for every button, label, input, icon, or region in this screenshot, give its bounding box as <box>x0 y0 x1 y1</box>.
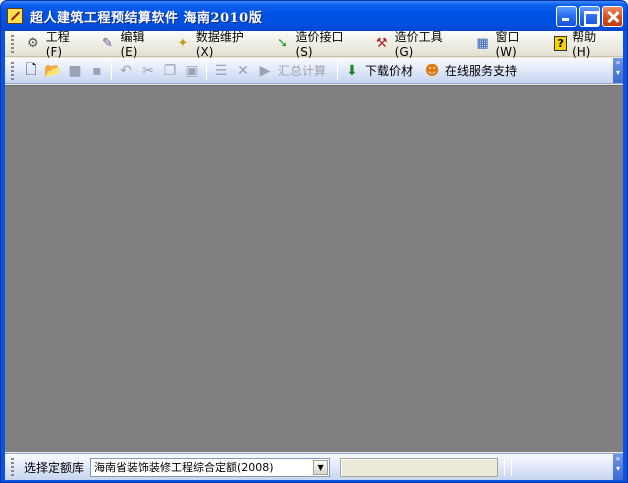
paste-button[interactable]: ▣ <box>181 60 203 82</box>
toolbar-grip[interactable] <box>11 61 14 80</box>
maximize-icon <box>580 7 599 26</box>
delete-button[interactable]: ✕ <box>232 60 254 82</box>
window-title: 超人建筑工程预结算软件 海南2010版 <box>30 10 263 26</box>
undo-icon: ↶ <box>120 62 132 79</box>
data-maintenance-icon: ✦ <box>177 36 189 51</box>
minimize-icon <box>557 7 576 26</box>
quota-toolbar-overflow-chevron[interactable]: » ▾ <box>613 454 623 480</box>
toolbar-separator <box>206 61 207 80</box>
undo-button[interactable]: ↶ <box>115 60 137 82</box>
quota-library-label: 选择定额库 <box>24 460 85 475</box>
quota-library-select[interactable]: 海南省装饰装修工程综合定额(2008) ▼ <box>90 457 331 477</box>
minimize-button[interactable] <box>556 6 577 27</box>
support-person-icon: ☻ <box>424 62 440 79</box>
online-service-label[interactable]: 在线服务支持 <box>445 62 517 79</box>
help-icon: ? <box>554 36 568 51</box>
close-button[interactable] <box>602 6 623 27</box>
copy-icon: ❐ <box>163 62 177 79</box>
menu-project-label: 工程(F) <box>45 30 70 59</box>
status-separator <box>504 458 506 476</box>
menu-cost-interface-label: 造价接口(S) <box>295 30 344 59</box>
summary-calc-label[interactable]: 汇总计算 <box>278 62 326 79</box>
maximize-button[interactable] <box>579 6 600 27</box>
mdi-workspace[interactable] <box>5 85 623 452</box>
cut-button[interactable]: ✂ <box>137 60 159 82</box>
menu-cost-tools[interactable]: ⚒ 造价工具(G) <box>369 30 466 59</box>
play-icon: ▶ <box>259 62 271 79</box>
menu-data-maintenance-label: 数据维护(X) <box>195 30 244 59</box>
menu-project[interactable]: ⚙ 工程(F) <box>20 30 91 59</box>
cost-interface-icon: ➘ <box>277 36 289 51</box>
app-icon[interactable] <box>7 8 23 24</box>
delete-icon: ✕ <box>237 62 249 79</box>
download-prices-label[interactable]: 下载价材 <box>365 62 413 79</box>
toolbar-overflow-chevron[interactable]: » ▾ <box>613 58 623 83</box>
client-area: ⚙ 工程(F) ✎ 编辑(E) ✦ 数据维护(X) ➘ 造价接口(S) ⚒ 造价… <box>5 30 623 480</box>
status-panel <box>340 457 499 477</box>
download-icon: ⬇ <box>346 62 358 79</box>
title-bar[interactable]: 超人建筑工程预结算软件 海南2010版 <box>1 1 627 31</box>
new-button[interactable]: 🗋 <box>20 60 42 82</box>
quota-toolbar-grip[interactable] <box>11 458 14 476</box>
status-separator <box>511 458 513 476</box>
menu-cost-interface[interactable]: ➘ 造价接口(S) <box>270 30 365 59</box>
save-icon: ■ <box>68 62 82 79</box>
save-button[interactable]: ■ <box>64 60 86 82</box>
summary-play-button[interactable]: ▶ <box>254 60 276 82</box>
insert-row-button[interactable]: ☰ <box>210 60 232 82</box>
menu-window-label: 窗口(W) <box>495 30 520 59</box>
open-folder-icon: 📂 <box>44 62 62 79</box>
main-window: 超人建筑工程预结算软件 海南2010版 ⚙ 工程(F) ✎ 编辑(E) ✦ 数据… <box>0 0 628 483</box>
open-button[interactable]: 📂 <box>42 60 64 82</box>
online-service-button[interactable]: ☻ <box>421 60 443 82</box>
menu-data-maintenance[interactable]: ✦ 数据维护(X) <box>170 30 266 59</box>
menu-bar: ⚙ 工程(F) ✎ 编辑(E) ✦ 数据维护(X) ➘ 造价接口(S) ⚒ 造价… <box>5 30 623 59</box>
save-as-icon: ▪ <box>92 62 102 79</box>
download-prices-button[interactable]: ⬇ <box>341 60 363 82</box>
window-icon: ▦ <box>476 36 489 51</box>
toolbar-separator <box>111 61 112 80</box>
new-file-icon: 🗋 <box>25 61 37 78</box>
cut-icon: ✂ <box>142 62 154 79</box>
save-as-button[interactable]: ▪ <box>86 60 108 82</box>
menu-edit[interactable]: ✎ 编辑(E) <box>95 30 166 59</box>
insert-row-icon: ☰ <box>214 62 228 79</box>
menu-edit-label: 编辑(E) <box>120 30 145 59</box>
project-icon: ⚙ <box>27 36 39 51</box>
menu-window[interactable]: ▦ 窗口(W) <box>470 30 546 59</box>
menu-help-label: 帮助(H) <box>572 30 597 59</box>
cost-tools-icon: ⚒ <box>375 36 388 51</box>
caption-buttons <box>556 6 623 27</box>
menu-help[interactable]: ? 帮助(H) <box>549 30 619 59</box>
quota-toolbar: 选择定额库 海南省装饰装修工程综合定额(2008) ▼ » ▾ <box>5 453 623 480</box>
menu-cost-tools-label: 造价工具(G) <box>394 30 443 59</box>
paste-icon: ▣ <box>185 62 199 79</box>
menubar-grip[interactable] <box>11 34 14 53</box>
standard-toolbar: 🗋 📂 ■ ▪ ↶ ✂ ❐ ▣ ☰ ✕ ▶ 汇总计算 ⬇ 下载价材 ☻ 在线服务… <box>5 58 623 84</box>
copy-button[interactable]: ❐ <box>159 60 181 82</box>
close-icon <box>603 7 622 26</box>
toolbar-separator <box>337 61 339 80</box>
edit-icon: ✎ <box>102 36 113 51</box>
dropdown-arrow-icon[interactable]: ▼ <box>313 459 329 475</box>
quota-library-value: 海南省装饰装修工程综合定额(2008) <box>94 461 274 474</box>
